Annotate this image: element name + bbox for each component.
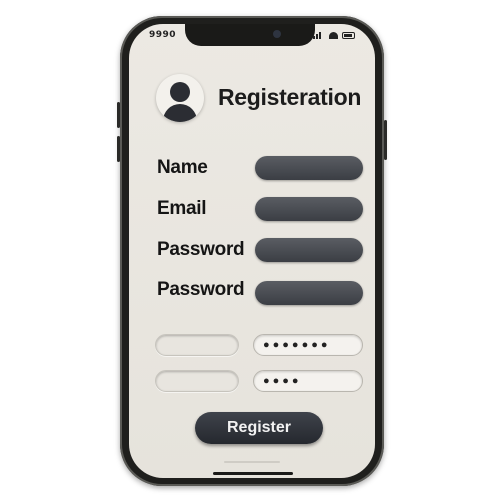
camera-icon <box>273 30 281 38</box>
password-input-2[interactable]: ●●●● <box>253 370 363 392</box>
notch <box>185 24 315 46</box>
home-indicator[interactable] <box>213 472 293 475</box>
email-label: Email <box>157 198 207 219</box>
wifi-icon <box>329 31 338 39</box>
secondary-field-2[interactable] <box>155 370 239 392</box>
register-button[interactable]: Register <box>195 412 323 444</box>
secondary-field-1[interactable] <box>155 334 239 356</box>
side-button-left-2 <box>117 136 120 162</box>
avatar-body <box>163 104 197 122</box>
page-title: Registeration <box>218 84 362 110</box>
phone-frame: 9990 Registeration Name Email Password P… <box>117 16 387 486</box>
status-time: 9990 <box>149 30 177 40</box>
signal-icon <box>313 31 325 39</box>
stage: 9990 Registeration Name Email Password P… <box>0 0 500 500</box>
email-field[interactable] <box>255 197 363 221</box>
password-mask-1: ●●●●●●● <box>263 339 331 351</box>
password-field[interactable] <box>255 238 363 262</box>
side-button-left <box>117 102 120 128</box>
password-mask-2: ●●●● <box>263 375 302 387</box>
password-label: Password <box>157 239 245 260</box>
avatar-icon <box>156 74 204 122</box>
battery-icon <box>342 31 355 39</box>
name-field[interactable] <box>255 156 363 180</box>
screen: 9990 Registeration Name Email Password P… <box>129 24 375 478</box>
confirm-password-label: Password <box>157 279 245 300</box>
confirm-password-field[interactable] <box>255 281 363 305</box>
password-input-1[interactable]: ●●●●●●● <box>253 334 363 356</box>
home-caption-line <box>224 461 280 463</box>
status-icons <box>313 31 355 39</box>
avatar-head <box>170 82 190 102</box>
name-label: Name <box>157 157 208 178</box>
side-button-right <box>384 120 387 160</box>
